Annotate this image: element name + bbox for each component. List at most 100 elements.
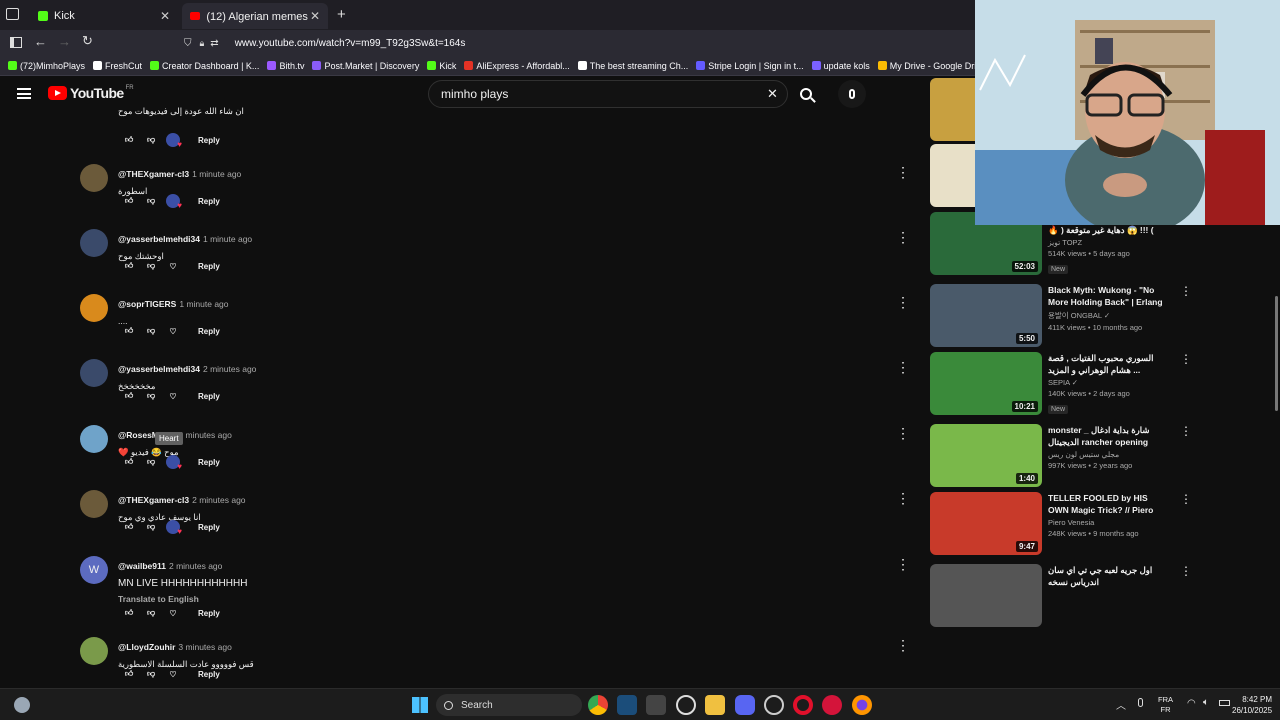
reply-button[interactable]: Reply	[198, 197, 220, 206]
youtube-logo[interactable]: YouTube FR	[48, 85, 134, 101]
discord-icon[interactable]	[735, 695, 755, 715]
reply-button[interactable]: Reply	[198, 670, 220, 679]
address-bar[interactable]: ⛉ 🔒︎ ⇄ www.youtube.com/watch?v=m99_T92g3…	[176, 32, 966, 54]
more-actions-icon[interactable]: ⋮	[896, 425, 910, 442]
comment-author[interactable]: @yasserbelmehdi34	[118, 234, 200, 244]
video-channel[interactable]: 용발이 ONGBAL ✓	[1048, 310, 1168, 321]
volume-icon[interactable]: 🔈︎	[1203, 697, 1209, 708]
dislike-icon[interactable]: 👎︎	[140, 606, 162, 620]
reply-button[interactable]: Reply	[198, 458, 220, 467]
like-icon[interactable]: 👍︎	[118, 259, 140, 273]
url-text[interactable]: www.youtube.com/watch?v=m99_T92g3Sw&t=16…	[235, 38, 466, 49]
tab-youtube[interactable]: (12) Algerian memes 50 - جزائري ✕	[182, 3, 328, 29]
file-explorer-icon[interactable]	[705, 695, 725, 715]
bookmark-item[interactable]: FreshCut	[93, 61, 142, 71]
avatar[interactable]	[80, 294, 108, 322]
opera-gx-icon[interactable]	[793, 695, 813, 715]
firefox-icon[interactable]	[852, 695, 872, 715]
menu-icon[interactable]	[17, 88, 31, 99]
bookmark-item[interactable]: My Drive - Google Dri...	[877, 61, 984, 71]
language-indicator[interactable]: FRA FR	[1158, 695, 1173, 715]
dislike-icon[interactable]: 👎︎	[140, 259, 162, 273]
like-icon[interactable]: 👍︎	[118, 133, 140, 147]
chrome-icon[interactable]	[588, 695, 608, 715]
capture-app-icon[interactable]	[646, 695, 666, 715]
chatgpt-icon[interactable]	[676, 695, 696, 715]
recommended-video[interactable]: 1:40 monster _ شارة بداية ادغال الديجيتا…	[930, 424, 1192, 490]
dislike-icon[interactable]: 👎︎	[140, 133, 162, 147]
video-thumbnail[interactable]: 10:21	[930, 352, 1042, 415]
avatar[interactable]	[80, 490, 108, 518]
avatar[interactable]: W	[80, 556, 108, 584]
bookmark-item[interactable]: (72)MimhoPlays	[8, 61, 85, 71]
more-actions-icon[interactable]: ⋮	[896, 229, 910, 246]
recommended-video[interactable]: 9:47 TELLER FOOLED by HIS OWN Magic Tric…	[930, 492, 1192, 558]
heart-icon[interactable]: ♡	[162, 389, 184, 403]
video-channel[interactable]: SEPIA ✓	[1048, 378, 1168, 387]
dislike-icon[interactable]: 👎︎	[140, 324, 162, 338]
dislike-icon[interactable]: 👎︎	[140, 667, 162, 681]
like-icon[interactable]: 👍︎	[118, 606, 140, 620]
heart-icon[interactable]: ♡	[162, 667, 184, 681]
video-thumbnail[interactable]: 9:47	[930, 492, 1042, 555]
more-actions-icon[interactable]: ⋮	[896, 490, 910, 507]
comment-time[interactable]: 1 minute ago	[203, 234, 252, 244]
network-app-icon[interactable]	[764, 695, 784, 715]
lock-icon[interactable]: 🔒︎	[200, 38, 205, 49]
windows-start-icon[interactable]	[412, 697, 428, 713]
more-actions-icon[interactable]: ⋮	[896, 556, 910, 573]
video-thumbnail[interactable]: 5:50	[930, 284, 1042, 347]
avatar[interactable]	[80, 637, 108, 665]
more-actions-icon[interactable]: ⋮	[1180, 352, 1192, 366]
creator-heart-icon[interactable]: ♥	[162, 455, 184, 471]
comment-author[interactable]: @LloydZouhir	[118, 642, 175, 652]
creator-heart-icon[interactable]: ♥	[162, 133, 184, 149]
show-hidden-icons-icon[interactable]: ︿	[1116, 697, 1126, 712]
like-icon[interactable]: 👍︎	[118, 389, 140, 403]
bookmark-item[interactable]: update kols	[811, 61, 870, 71]
more-actions-icon[interactable]: ⋮	[896, 359, 910, 376]
bookmark-item[interactable]: Post.Market | Discovery	[312, 61, 419, 71]
video-title[interactable]: السوري محبوب الفتيات , قصة هشام الوهراني…	[1048, 352, 1168, 376]
dislike-icon[interactable]: 👎︎	[140, 520, 162, 534]
close-icon[interactable]: ✕	[160, 9, 170, 23]
like-icon[interactable]: 👍︎	[118, 324, 140, 338]
tab-overview-icon[interactable]	[6, 8, 19, 20]
comment-author[interactable]: @THEXgamer-cl3	[118, 495, 189, 505]
shield-icon[interactable]: ⛉	[184, 38, 192, 49]
avatar[interactable]	[80, 425, 108, 453]
clear-search-icon[interactable]: ✕	[767, 86, 778, 102]
video-channel[interactable]: تويز TOPZ	[1048, 238, 1168, 247]
like-icon[interactable]: 👍︎	[118, 194, 140, 208]
more-actions-icon[interactable]: ⋮	[1180, 284, 1192, 298]
app-icon-red[interactable]	[822, 695, 842, 715]
microphone-icon[interactable]	[1138, 698, 1143, 707]
more-actions-icon[interactable]: ⋮	[896, 164, 910, 181]
reply-button[interactable]: Reply	[198, 262, 220, 271]
battery-icon[interactable]	[1219, 700, 1230, 706]
comment-time[interactable]: 2 minutes ago	[203, 364, 256, 374]
taskbar-search-input[interactable]: Search	[436, 694, 582, 716]
forward-arrow-icon[interactable]: →	[58, 34, 71, 49]
comment-author[interactable]: @THEXgamer-cl3	[118, 169, 189, 179]
page-scrollbar[interactable]	[1275, 296, 1278, 411]
comment-time[interactable]: 2 minutes ago	[169, 561, 222, 571]
video-thumbnail[interactable]: 1:40	[930, 424, 1042, 487]
more-actions-icon[interactable]: ⋮	[1180, 564, 1192, 578]
comment-time[interactable]: 2 minutes ago	[192, 495, 245, 505]
reply-button[interactable]: Reply	[198, 136, 220, 145]
translate-link[interactable]: Translate to English	[118, 594, 878, 604]
new-tab-button[interactable]: +	[337, 6, 346, 23]
sidebar-toggle-icon[interactable]	[10, 37, 22, 48]
bookmark-item[interactable]: AliExpress - Affordabl...	[464, 61, 570, 71]
recommended-video[interactable]: 5:50 Black Myth: Wukong - "No More Holdi…	[930, 284, 1192, 350]
video-title[interactable]: Black Myth: Wukong - "No More Holding Ba…	[1048, 284, 1168, 308]
like-icon[interactable]: 👍︎	[118, 667, 140, 681]
creator-heart-icon[interactable]: ♥	[162, 520, 184, 536]
tab-kick[interactable]: Kick ✕	[30, 3, 178, 29]
dislike-icon[interactable]: 👎︎	[140, 389, 162, 403]
video-title[interactable]: اول جريه لعبه جي تي اي سان اندرياس نسخه	[1048, 564, 1168, 588]
dislike-icon[interactable]: 👎︎	[140, 455, 162, 469]
recommended-video[interactable]: اول جريه لعبه جي تي اي سان اندرياس نسخه …	[930, 564, 1192, 630]
video-channel[interactable]: مجلي ستيس لون ريس	[1048, 450, 1168, 459]
